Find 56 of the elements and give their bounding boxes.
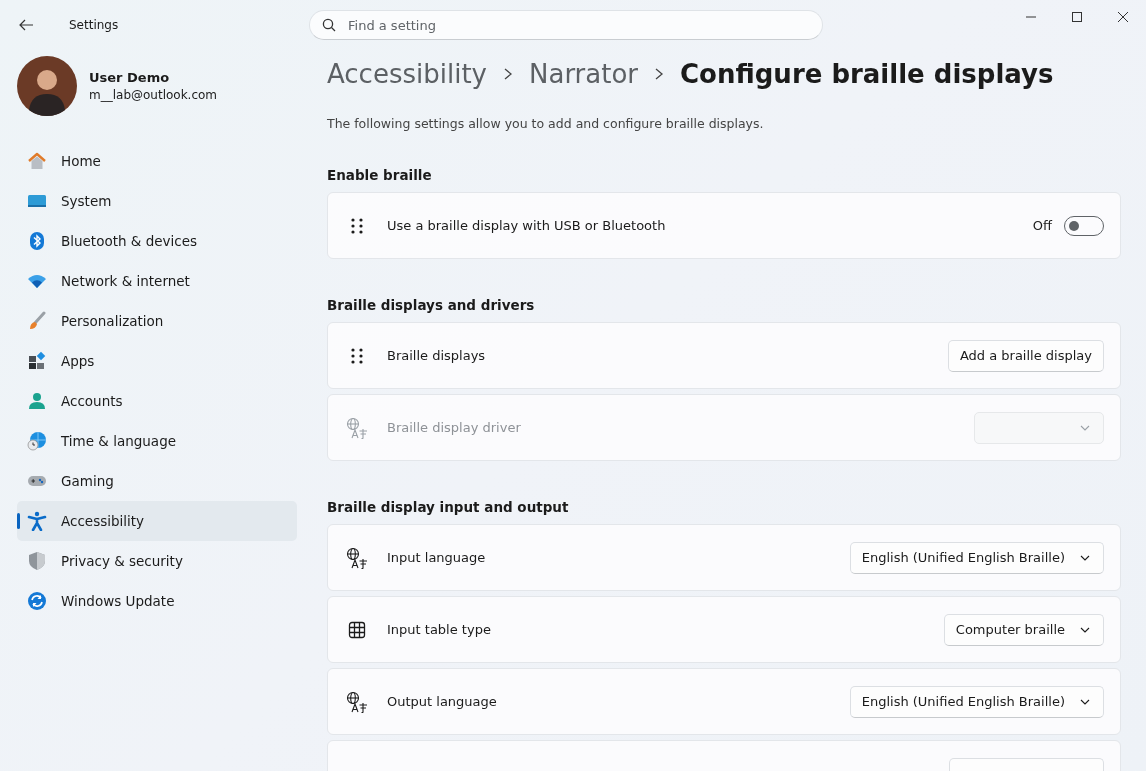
page-description: The following settings allow you to add and configure braille displays. bbox=[327, 116, 765, 131]
setting-label: Output language bbox=[387, 694, 498, 709]
braille-icon bbox=[349, 346, 365, 365]
nav-item[interactable]: Personalization bbox=[17, 301, 297, 341]
window-title: Settings bbox=[69, 18, 120, 32]
nav-item[interactable]: Home bbox=[17, 141, 297, 181]
setting-label: Input language bbox=[387, 550, 487, 565]
sync-icon bbox=[27, 591, 47, 611]
avatar bbox=[17, 56, 77, 116]
nav-item[interactable]: Privacy & security bbox=[17, 541, 297, 581]
globe-clock-icon bbox=[27, 431, 47, 451]
add-button[interactable]: Add a braille display bbox=[947, 339, 1104, 372]
search-icon bbox=[322, 18, 336, 32]
page-title: Configure braille displays bbox=[680, 59, 1054, 89]
user-name: User Demo bbox=[89, 70, 171, 85]
setting-label: Input table type bbox=[387, 622, 492, 637]
selection-indicator bbox=[17, 513, 20, 529]
setting-label: Use a braille display with USB or Bluetooth bbox=[387, 218, 667, 233]
accessibility-icon bbox=[27, 511, 47, 531]
maximize-icon bbox=[1072, 12, 1082, 22]
language-icon bbox=[346, 416, 368, 439]
nav-item[interactable]: Bluetooth & devices bbox=[17, 221, 297, 261]
dropdown[interactable]: English (Unified English Braille) bbox=[849, 541, 1104, 574]
nav-item[interactable]: Time & language bbox=[17, 421, 297, 461]
section-heading: Braille displays and drivers bbox=[327, 296, 536, 315]
toggle-state: Off bbox=[1032, 218, 1052, 233]
dropdown[interactable]: Computer braille bbox=[943, 613, 1104, 646]
language-icon bbox=[346, 546, 368, 569]
bluetooth-icon bbox=[27, 231, 47, 251]
search-field[interactable]: Find a setting bbox=[309, 10, 823, 40]
brush-icon bbox=[27, 311, 47, 331]
grid-icon bbox=[348, 620, 366, 639]
breadcrumb-link[interactable]: Narrator bbox=[529, 59, 639, 89]
section-heading: Enable braille bbox=[327, 166, 433, 185]
section-heading: Braille display input and output bbox=[327, 498, 570, 517]
nav-item[interactable]: Accessibility bbox=[17, 501, 297, 541]
chevron-right-icon bbox=[503, 68, 513, 80]
home-icon bbox=[27, 151, 47, 171]
user-email: m__lab@outlook.com bbox=[89, 88, 218, 102]
braille-icon bbox=[349, 216, 365, 235]
close-icon bbox=[1118, 12, 1128, 22]
nav-item[interactable]: Apps bbox=[17, 341, 297, 381]
person-icon bbox=[27, 391, 47, 411]
chevron-right-icon bbox=[654, 68, 665, 80]
setting-label: Braille display driver bbox=[387, 420, 522, 435]
language-icon bbox=[346, 690, 368, 713]
apps-icon bbox=[27, 351, 47, 371]
breadcrumb-link[interactable]: Accessibility bbox=[327, 59, 487, 89]
nav-item[interactable]: Windows Update bbox=[17, 581, 297, 621]
nav-item[interactable]: Gaming bbox=[17, 461, 297, 501]
dropdown[interactable]: English (Unified English Braille) bbox=[849, 685, 1104, 718]
shield-icon bbox=[27, 551, 47, 571]
nav-item[interactable]: Accounts bbox=[17, 381, 297, 421]
nav-item[interactable]: System bbox=[17, 181, 297, 221]
nav-item[interactable]: Network & internet bbox=[17, 261, 297, 301]
setting-label: Braille displays bbox=[387, 348, 487, 363]
